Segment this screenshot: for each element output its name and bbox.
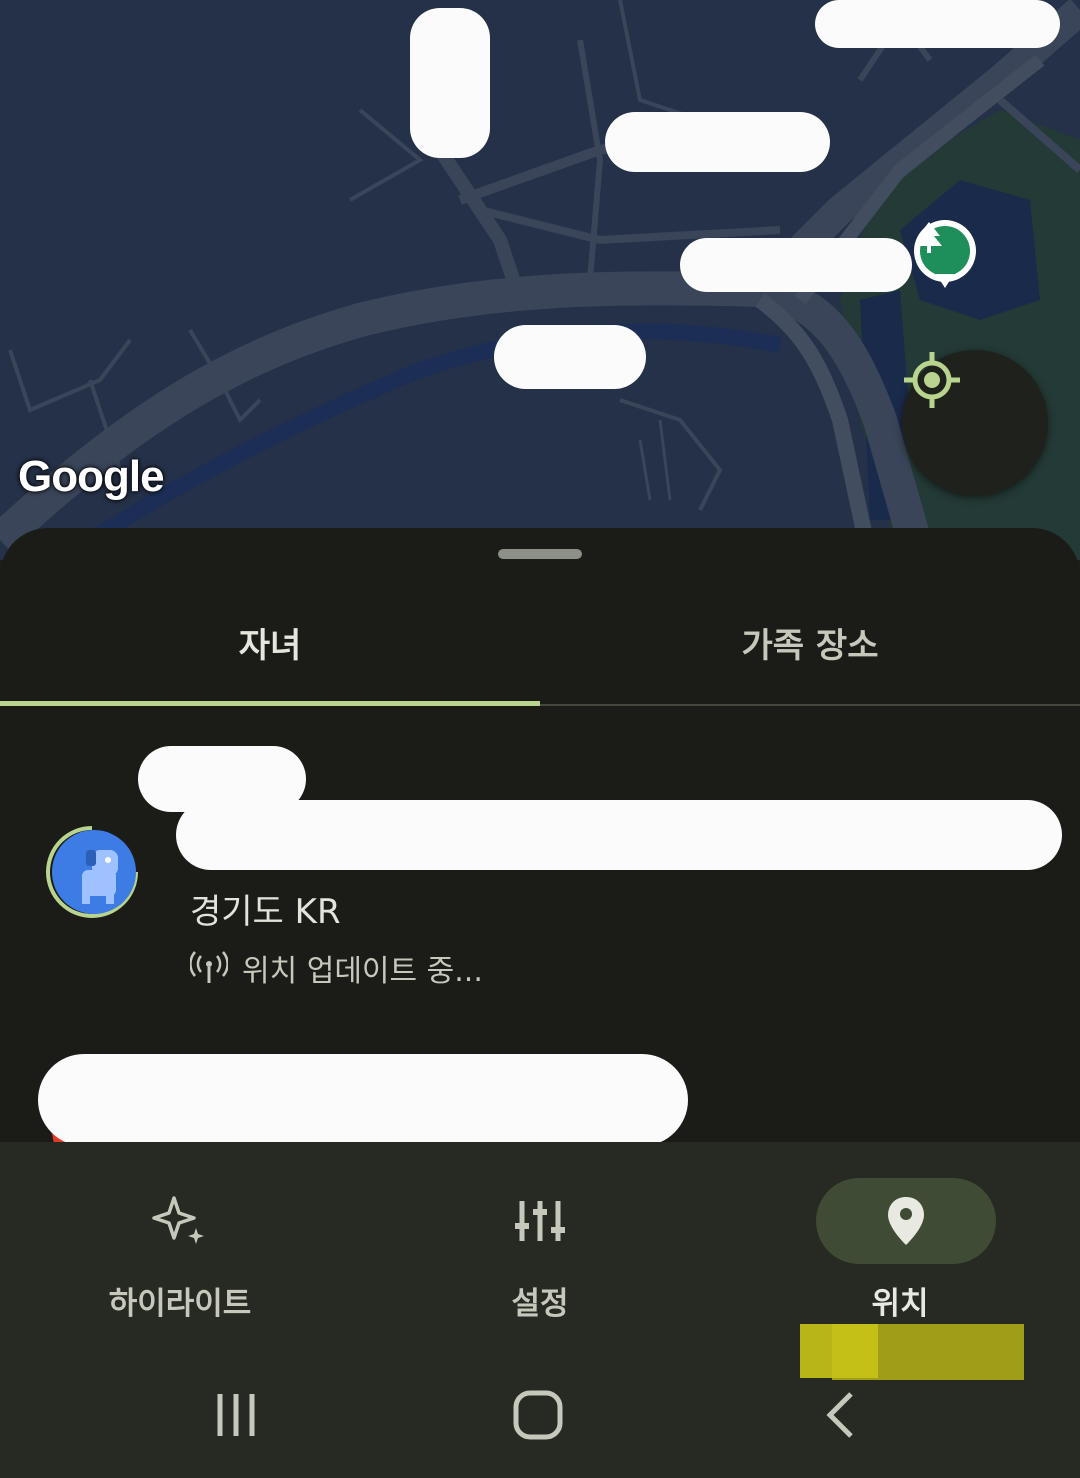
bottom-navigation: 하이라이트 설정 위치 (0, 1142, 1080, 1340)
signal-icon (190, 951, 228, 983)
yellow-highlight-mark-2 (832, 1324, 1024, 1380)
recents-icon (217, 1394, 255, 1436)
back-button[interactable] (780, 1380, 900, 1450)
nav-highlights-label: 하이라이트 (108, 1286, 252, 1322)
sparkle-icon (90, 1178, 270, 1264)
map-view[interactable]: Google (0, 0, 1080, 560)
my-location-button[interactable] (902, 350, 1048, 496)
bottom-sheet: 자녀 가족 장소 경기도 KR 위치 업데이트 중... (0, 528, 1080, 1142)
location-pin-icon (816, 1178, 996, 1264)
nav-settings-label: 설정 (511, 1286, 569, 1322)
nav-location[interactable]: 위치 (720, 1142, 1080, 1340)
google-logo: Google (18, 452, 165, 501)
location-status: 위치 업데이트 중... (190, 946, 483, 990)
nav-settings[interactable]: 설정 (360, 1142, 720, 1340)
dog-avatar-icon (52, 830, 136, 914)
recents-button[interactable] (176, 1380, 296, 1450)
nav-location-label: 위치 (871, 1286, 929, 1322)
system-navigation-bar (0, 1324, 1080, 1478)
tab-children[interactable]: 자녀 (0, 618, 540, 667)
park-marker[interactable] (914, 220, 976, 288)
back-icon (826, 1392, 853, 1438)
tab-active-indicator (0, 701, 540, 706)
tab-family-places[interactable]: 가족 장소 (540, 618, 1080, 667)
sheet-drag-handle[interactable] (498, 549, 582, 559)
home-icon (513, 1390, 563, 1440)
nav-highlights[interactable]: 하이라이트 (0, 1142, 360, 1340)
location-status-text: 위치 업데이트 중... (242, 954, 483, 989)
my-location-icon (904, 352, 960, 408)
child-location-region: 경기도 KR (190, 892, 341, 932)
home-button[interactable] (478, 1380, 598, 1450)
tune-icon (450, 1178, 630, 1264)
tree-icon (916, 222, 970, 276)
